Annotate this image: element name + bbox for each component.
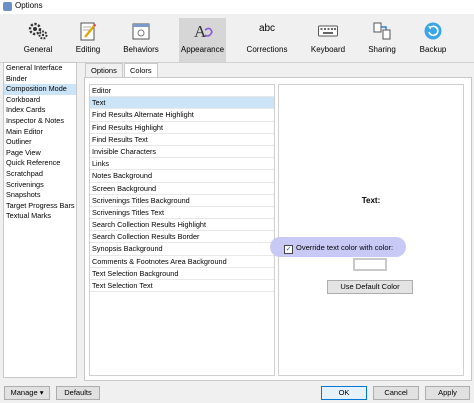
sidebar-item-outliner[interactable]: Outliner xyxy=(4,137,76,148)
toolbar-appearance-button[interactable]: A Appearance xyxy=(179,18,226,62)
color-element-list: Editor Text Find Results Alternate Highl… xyxy=(89,84,275,376)
tab-options[interactable]: Options xyxy=(85,63,123,77)
ok-button[interactable]: OK xyxy=(321,386,367,400)
toolbar-appearance-label: Appearance xyxy=(180,45,225,54)
defaults-button[interactable]: Defaults xyxy=(56,386,100,400)
toolbar-backup-button[interactable]: Backup xyxy=(416,20,450,60)
sidebar-item-inspector-notes[interactable]: Inspector & Notes xyxy=(4,116,76,127)
window-title: Options xyxy=(15,1,43,10)
sidebar-item-index-cards[interactable]: Index Cards xyxy=(4,105,76,116)
color-list-item[interactable]: Find Results Highlight xyxy=(90,122,274,134)
sidebar-item-general-interface[interactable]: General Interface xyxy=(4,63,76,74)
sidebar-item-quick-reference[interactable]: Quick Reference xyxy=(4,158,76,169)
share-icon xyxy=(373,22,391,40)
toolbar-sharing-button[interactable]: Sharing xyxy=(365,20,399,60)
options-sidebar: General Interface Binder Composition Mod… xyxy=(3,62,77,378)
toolbar-keyboard-label: Keyboard xyxy=(310,45,346,54)
sidebar-item-target-progress-bars[interactable]: Target Progress Bars xyxy=(4,201,76,212)
color-list-item[interactable]: Comments & Footnotes Area Background xyxy=(90,256,274,268)
color-list-item[interactable]: Search Collection Results Border xyxy=(90,231,274,244)
use-default-color-button[interactable]: Use Default Color xyxy=(327,280,413,294)
preview-heading: Text: xyxy=(361,196,381,205)
svg-text:A: A xyxy=(194,22,207,41)
gear-icon xyxy=(28,22,48,40)
toolbar-behaviors-label: Behaviors xyxy=(123,45,159,54)
override-text-color-label: Override text color with color: xyxy=(296,243,394,252)
sidebar-item-snapshots[interactable]: Snapshots xyxy=(4,190,76,201)
color-list-item[interactable]: Notes Background xyxy=(90,170,274,183)
toolbar-behaviors-button[interactable]: Behaviors xyxy=(120,20,162,60)
app-icon xyxy=(3,2,12,11)
color-list-item[interactable]: Find Results Alternate Highlight xyxy=(90,109,274,122)
color-list-item[interactable]: Editor xyxy=(90,85,274,98)
colors-panel: Editor Text Find Results Alternate Highl… xyxy=(84,77,472,381)
color-list-item[interactable]: Scrivenings Titles Text xyxy=(90,207,274,220)
toolbar-corrections-button[interactable]: abc Corrections xyxy=(244,20,290,60)
options-toolbar: General Editing Behaviors A Appearance a… xyxy=(0,14,474,63)
manage-button[interactable]: Manage ▾ xyxy=(4,386,50,400)
keyboard-icon xyxy=(318,25,338,37)
sidebar-item-scratchpad[interactable]: Scratchpad xyxy=(4,169,76,180)
color-list-item[interactable]: Text xyxy=(90,97,274,110)
abc-icon: abc xyxy=(258,23,276,34)
window-icon xyxy=(132,23,150,40)
toolbar-editing-button[interactable]: Editing xyxy=(70,20,106,60)
sidebar-item-composition-mode[interactable]: Composition Mode xyxy=(4,84,76,95)
override-text-color-checkbox[interactable]: ✓ Override text color with color: xyxy=(284,243,393,254)
chevron-down-icon: ▾ xyxy=(39,388,44,397)
pencil-icon xyxy=(80,22,97,41)
tab-colors[interactable]: Colors xyxy=(124,63,158,78)
toolbar-general-button[interactable]: General xyxy=(18,20,58,60)
toolbar-sharing-label: Sharing xyxy=(368,45,396,54)
color-list-item[interactable]: Invisible Characters xyxy=(90,146,274,159)
color-list-item[interactable]: Text Selection Text xyxy=(90,280,274,293)
sidebar-item-textual-marks[interactable]: Textual Marks xyxy=(4,211,76,222)
sidebar-item-scrivenings[interactable]: Scrivenings xyxy=(4,180,76,191)
color-list-item[interactable]: Screen Background xyxy=(90,183,274,195)
toolbar-general-label: General xyxy=(23,45,53,54)
manage-label: Manage xyxy=(10,388,38,397)
title-bar: Options xyxy=(0,0,474,14)
sidebar-item-corkboard[interactable]: Corkboard xyxy=(4,95,76,106)
color-list-item[interactable]: Synopsis Background xyxy=(90,243,274,256)
color-preview-pane: Text: ✓ Override text color with color: U… xyxy=(270,84,464,376)
toolbar-backup-label: Backup xyxy=(419,45,447,54)
cancel-button[interactable]: Cancel xyxy=(373,386,419,400)
toolbar-editing-label: Editing xyxy=(75,45,101,54)
sidebar-item-page-view[interactable]: Page View xyxy=(4,148,76,159)
checkbox-checked-icon[interactable]: ✓ xyxy=(284,245,293,254)
color-list-item[interactable]: Search Collection Results Highlight xyxy=(90,219,274,232)
color-list-item[interactable]: Text Selection Background xyxy=(90,268,274,280)
color-list-item[interactable]: Scrivenings Titles Background xyxy=(90,195,274,207)
font-icon: A xyxy=(194,22,213,41)
backup-icon xyxy=(424,22,442,40)
color-list-item[interactable]: Find Results Text xyxy=(90,134,274,146)
color-list-item[interactable]: Links xyxy=(90,158,274,171)
toolbar-keyboard-button[interactable]: Keyboard xyxy=(309,20,347,60)
text-color-swatch[interactable] xyxy=(353,258,387,271)
sidebar-item-binder[interactable]: Binder xyxy=(4,74,76,85)
apply-button[interactable]: Apply xyxy=(425,386,470,400)
toolbar-corrections-label: Corrections xyxy=(246,45,288,54)
sidebar-item-main-editor[interactable]: Main Editor xyxy=(4,127,76,138)
